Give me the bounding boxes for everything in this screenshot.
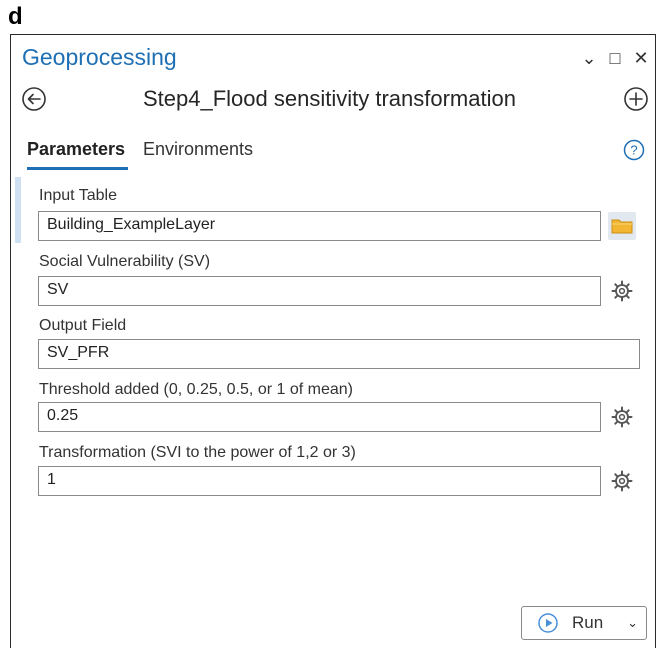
- geoprocessing-pane: Geoprocessing ⌄ □ ✕ Step4_Flood sensitiv…: [10, 34, 656, 648]
- input-table-label: Input Table: [39, 187, 117, 204]
- transformation-settings-button[interactable]: [608, 467, 636, 495]
- selected-parameter-indicator: [15, 177, 21, 243]
- maximize-icon[interactable]: □: [607, 49, 623, 67]
- social-vulnerability-settings-button[interactable]: [608, 277, 636, 305]
- pane-title-bar: Geoprocessing ⌄ □ ✕: [11, 35, 655, 81]
- window-controls: ⌄ □ ✕: [581, 49, 649, 67]
- tab-environments[interactable]: Environments: [143, 139, 253, 160]
- tool-header: Step4_Flood sensitivity transformation: [11, 83, 655, 117]
- input-table-field[interactable]: Building_ExampleLayer: [38, 211, 601, 241]
- pane-title: Geoprocessing: [22, 44, 177, 70]
- close-icon[interactable]: ✕: [633, 49, 649, 67]
- threshold-field[interactable]: 0.25: [38, 402, 601, 432]
- active-tab-indicator: [27, 167, 128, 170]
- transformation-field[interactable]: 1: [38, 466, 601, 496]
- back-arrow-icon[interactable]: [21, 86, 47, 112]
- pane-options-chevron-icon[interactable]: ⌄: [581, 49, 597, 67]
- add-plus-icon[interactable]: [623, 86, 649, 112]
- run-dropdown-chevron-icon[interactable]: ⌄: [627, 615, 638, 631]
- folder-icon: [611, 219, 633, 234]
- play-icon: [538, 613, 558, 633]
- gear-icon: [611, 280, 633, 302]
- threshold-label: Threshold added (0, 0.25, 0.5, or 1 of m…: [39, 381, 353, 398]
- run-button[interactable]: Run ⌄: [521, 606, 647, 640]
- gear-icon: [611, 470, 633, 492]
- threshold-settings-button[interactable]: [608, 403, 636, 431]
- svg-text:?: ?: [630, 143, 637, 158]
- help-icon[interactable]: ?: [623, 139, 645, 161]
- tool-title: Step4_Flood sensitivity transformation: [143, 86, 516, 111]
- gear-icon: [611, 406, 633, 428]
- tab-parameters[interactable]: Parameters: [27, 139, 125, 160]
- run-label: Run: [572, 613, 604, 632]
- figure-label: d: [8, 3, 23, 30]
- social-vulnerability-field[interactable]: SV: [38, 276, 601, 306]
- browse-folder-button[interactable]: [608, 212, 636, 240]
- transformation-label: Transformation (SVI to the power of 1,2 …: [39, 444, 356, 461]
- output-field-label: Output Field: [39, 317, 127, 334]
- social-vulnerability-label: Social Vulnerability (SV): [39, 253, 211, 270]
- output-field-input[interactable]: SV_PFR: [38, 339, 640, 369]
